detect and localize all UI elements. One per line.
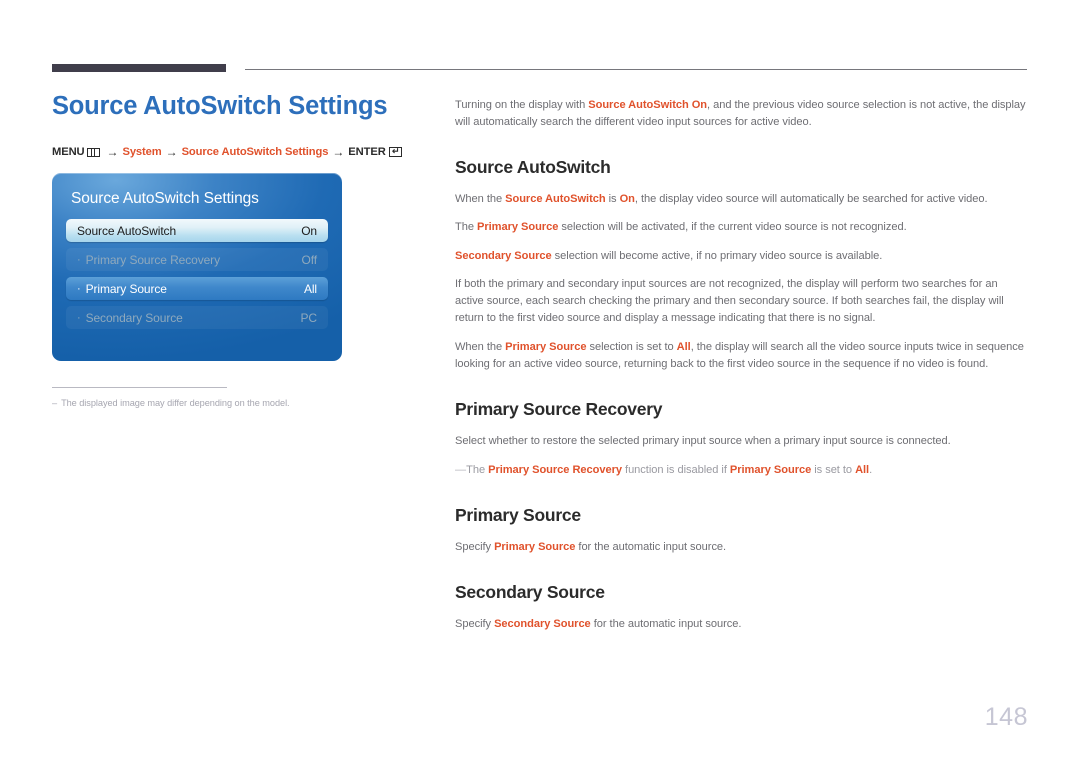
section-heading: Secondary Source [455,582,605,603]
osd-row-bullet-icon: · [77,311,81,324]
note-text: The [466,463,489,476]
paragraph-text: selection will be activated, if the curr… [558,221,907,234]
note-text: is set to [811,463,856,476]
paragraph-text: Select whether to restore the selected p… [455,435,951,448]
content-section: Primary Source Recovery Select whether to… [455,399,1027,479]
osd-menu-row-label: · Secondary Source [77,310,183,325]
paragraph-accent-term: Source AutoSwitch [505,193,606,205]
paragraph-text: for the automatic input source. [590,618,742,631]
paragraph-text: Specify [455,618,495,631]
section-paragraph: The Primary Source selection will be act… [455,219,1027,236]
osd-row-bullet-icon: · [77,282,81,295]
section-paragraph: Select whether to restore the selected p… [455,433,1027,450]
page-number: 148 [984,703,1028,731]
note-dash-icon: ― [455,463,466,476]
paragraph-text: , the display video source will automati… [634,193,988,205]
osd-menu-row-value: Off [301,252,318,267]
paragraph-accent-term: Primary Source [505,340,587,353]
caption-text: – The displayed image may differ dependin… [52,398,290,409]
paragraph-text: selection will become active, if no prim… [551,249,883,262]
enter-return-glyph: ↵ [391,147,400,156]
note-accent-term: All [855,463,870,476]
paragraph-text: for the automatic input source. [575,540,727,553]
paragraph-accent-term: On [619,193,635,205]
section-note: ― The Primary Source Recovery function is… [455,462,1027,479]
paragraph-text: is [605,193,620,205]
paragraph-text: Specify [455,540,495,553]
section-body: Select whether to restore the selected p… [455,433,1027,479]
menu-path-menu-label: MENU [52,146,85,159]
menu-path-arrow-2: → [165,145,178,160]
intro-paragraph: Turning on the display with Source AutoS… [455,97,1027,131]
intro-accent-term: Source AutoSwitch On [588,99,708,111]
note-text: . [869,463,873,476]
content-section: Primary Source Specify Primary Source for… [455,505,1027,556]
note-accent-term: Primary Source [729,463,812,476]
section-paragraph: Specify Secondary Source for the automat… [455,616,1027,633]
osd-panel-title: Source AutoSwitch Settings [71,190,259,208]
section-body: Specify Primary Source for the automatic… [455,539,1027,556]
osd-row-bullet-icon: · [77,253,81,266]
paragraph-accent-term: Secondary Source [455,249,552,262]
menu-bars-icon [86,147,100,157]
osd-menu-row-label: Source AutoSwitch [77,223,177,238]
enter-return-icon: ↵ [388,147,402,158]
paragraph-text: When the [455,340,506,353]
osd-menu-row[interactable]: · Primary Source Recovery Off [66,248,328,272]
osd-menu-row-value: On [301,223,317,238]
right-column: Turning on the display with Source AutoS… [455,97,1027,634]
intro-part-1: Turning on the display with [455,99,589,111]
menu-navigation-path: MENU → System → Source AutoSwitch Settings → E… [52,145,427,159]
osd-menu-row-label: · Primary Source Recovery [77,252,220,267]
osd-menu-row[interactable]: · Secondary Source PC [66,306,328,330]
paragraph-accent-term: Primary Source [477,221,559,234]
osd-menu-row-label: · Primary Source [77,281,167,296]
menu-path-system: System [122,146,162,159]
menu-path-arrow-3: → [332,145,345,160]
caption-dash: – [52,398,58,409]
sections-container: Source AutoSwitch When the Source AutoSwi… [455,157,1027,634]
osd-menu-row-value: PC [300,310,318,325]
section-body: Specify Secondary Source for the automat… [455,616,1027,633]
section-paragraph: Specify Primary Source for the automatic… [455,539,1027,556]
content-section: Secondary Source Specify Secondary Source… [455,582,1027,633]
section-paragraph: Secondary Source selection will become a… [455,248,1027,265]
menu-path-enter-label: ENTER [348,146,386,159]
paragraph-accent-term: All [676,340,691,353]
section-heading: Primary Source [455,504,581,525]
menu-path-settings: Source AutoSwitch Settings [181,146,329,159]
section-paragraph: When the Source AutoSwitch is On, the di… [455,191,1027,208]
paragraph-accent-term: Primary Source [494,540,576,553]
section-heading: Primary Source Recovery [455,399,663,420]
page-title: Source AutoSwitch Settings [52,92,388,120]
content-section: Source AutoSwitch When the Source AutoSwi… [455,157,1027,373]
osd-menu-row[interactable]: Source AutoSwitch On [66,219,328,243]
section-paragraph: If both the primary and secondary input … [455,276,1027,328]
paragraph-text: When the [455,193,506,205]
header-rule-thin-segment [245,69,1027,70]
paragraph-text: selection is set to [586,340,677,353]
section-body: When the Source AutoSwitch is On, the di… [455,191,1027,373]
caption-block: – The displayed image may differ dependin… [52,387,290,409]
note-accent-term: Primary Source Recovery [488,463,622,476]
menu-path-arrow-1: → [106,145,119,160]
header-rule-thick-segment [52,64,226,72]
left-column: Source AutoSwitch Settings MENU → System → S… [52,92,427,408]
paragraph-text: If both the primary and secondary input … [455,277,1004,325]
paragraph-text: The [455,221,477,234]
caption-divider [52,387,227,389]
osd-menu-row[interactable]: · Primary Source All [66,277,328,301]
section-paragraph: When the Primary Source selection is set… [455,339,1027,374]
osd-menu-row-value: All [303,281,317,296]
note-text: function is disabled if [622,463,730,476]
paragraph-accent-term: Secondary Source [494,618,591,631]
header-rule [52,64,1027,74]
osd-menu-list: Source AutoSwitch On · Primary Source Recov… [52,219,342,330]
caption-body: The displayed image may differ depending… [61,398,290,409]
osd-panel-screenshot: Source AutoSwitch Settings Source AutoSw… [52,173,342,362]
section-heading: Source AutoSwitch [455,157,611,177]
